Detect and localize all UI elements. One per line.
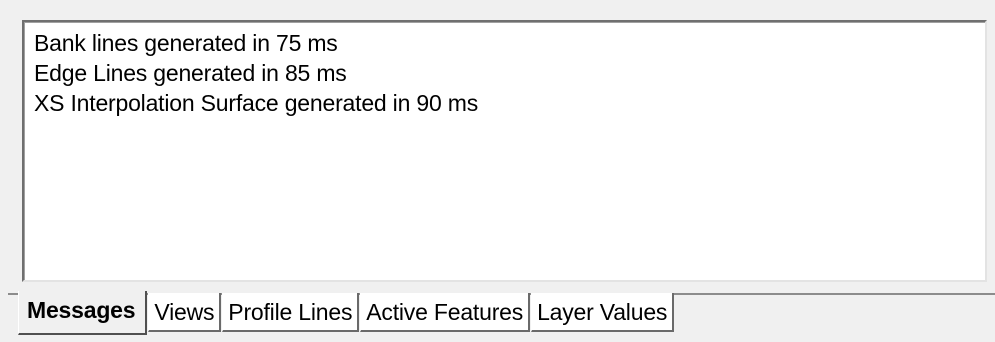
tab-strip: Messages Views Profile Lines Active Feat…	[18, 291, 675, 339]
message-line: XS Interpolation Surface generated in 90…	[34, 90, 479, 116]
messages-list: Bank lines generated in 75 ms Edge Lines…	[24, 22, 985, 118]
tab-layer-values[interactable]: Layer Values	[531, 293, 675, 332]
message-line: Bank lines generated in 75 ms	[34, 30, 338, 56]
messages-textbox[interactable]: Bank lines generated in 75 ms Edge Lines…	[22, 20, 987, 282]
tab-views[interactable]: Views	[148, 293, 222, 332]
output-panel: Bank lines generated in 75 ms Edge Lines…	[0, 0, 995, 342]
tab-messages[interactable]: Messages	[18, 291, 148, 335]
message-line: Edge Lines generated in 85 ms	[34, 60, 347, 86]
tab-active-features[interactable]: Active Features	[360, 293, 531, 332]
tab-profile-lines[interactable]: Profile Lines	[222, 293, 360, 332]
